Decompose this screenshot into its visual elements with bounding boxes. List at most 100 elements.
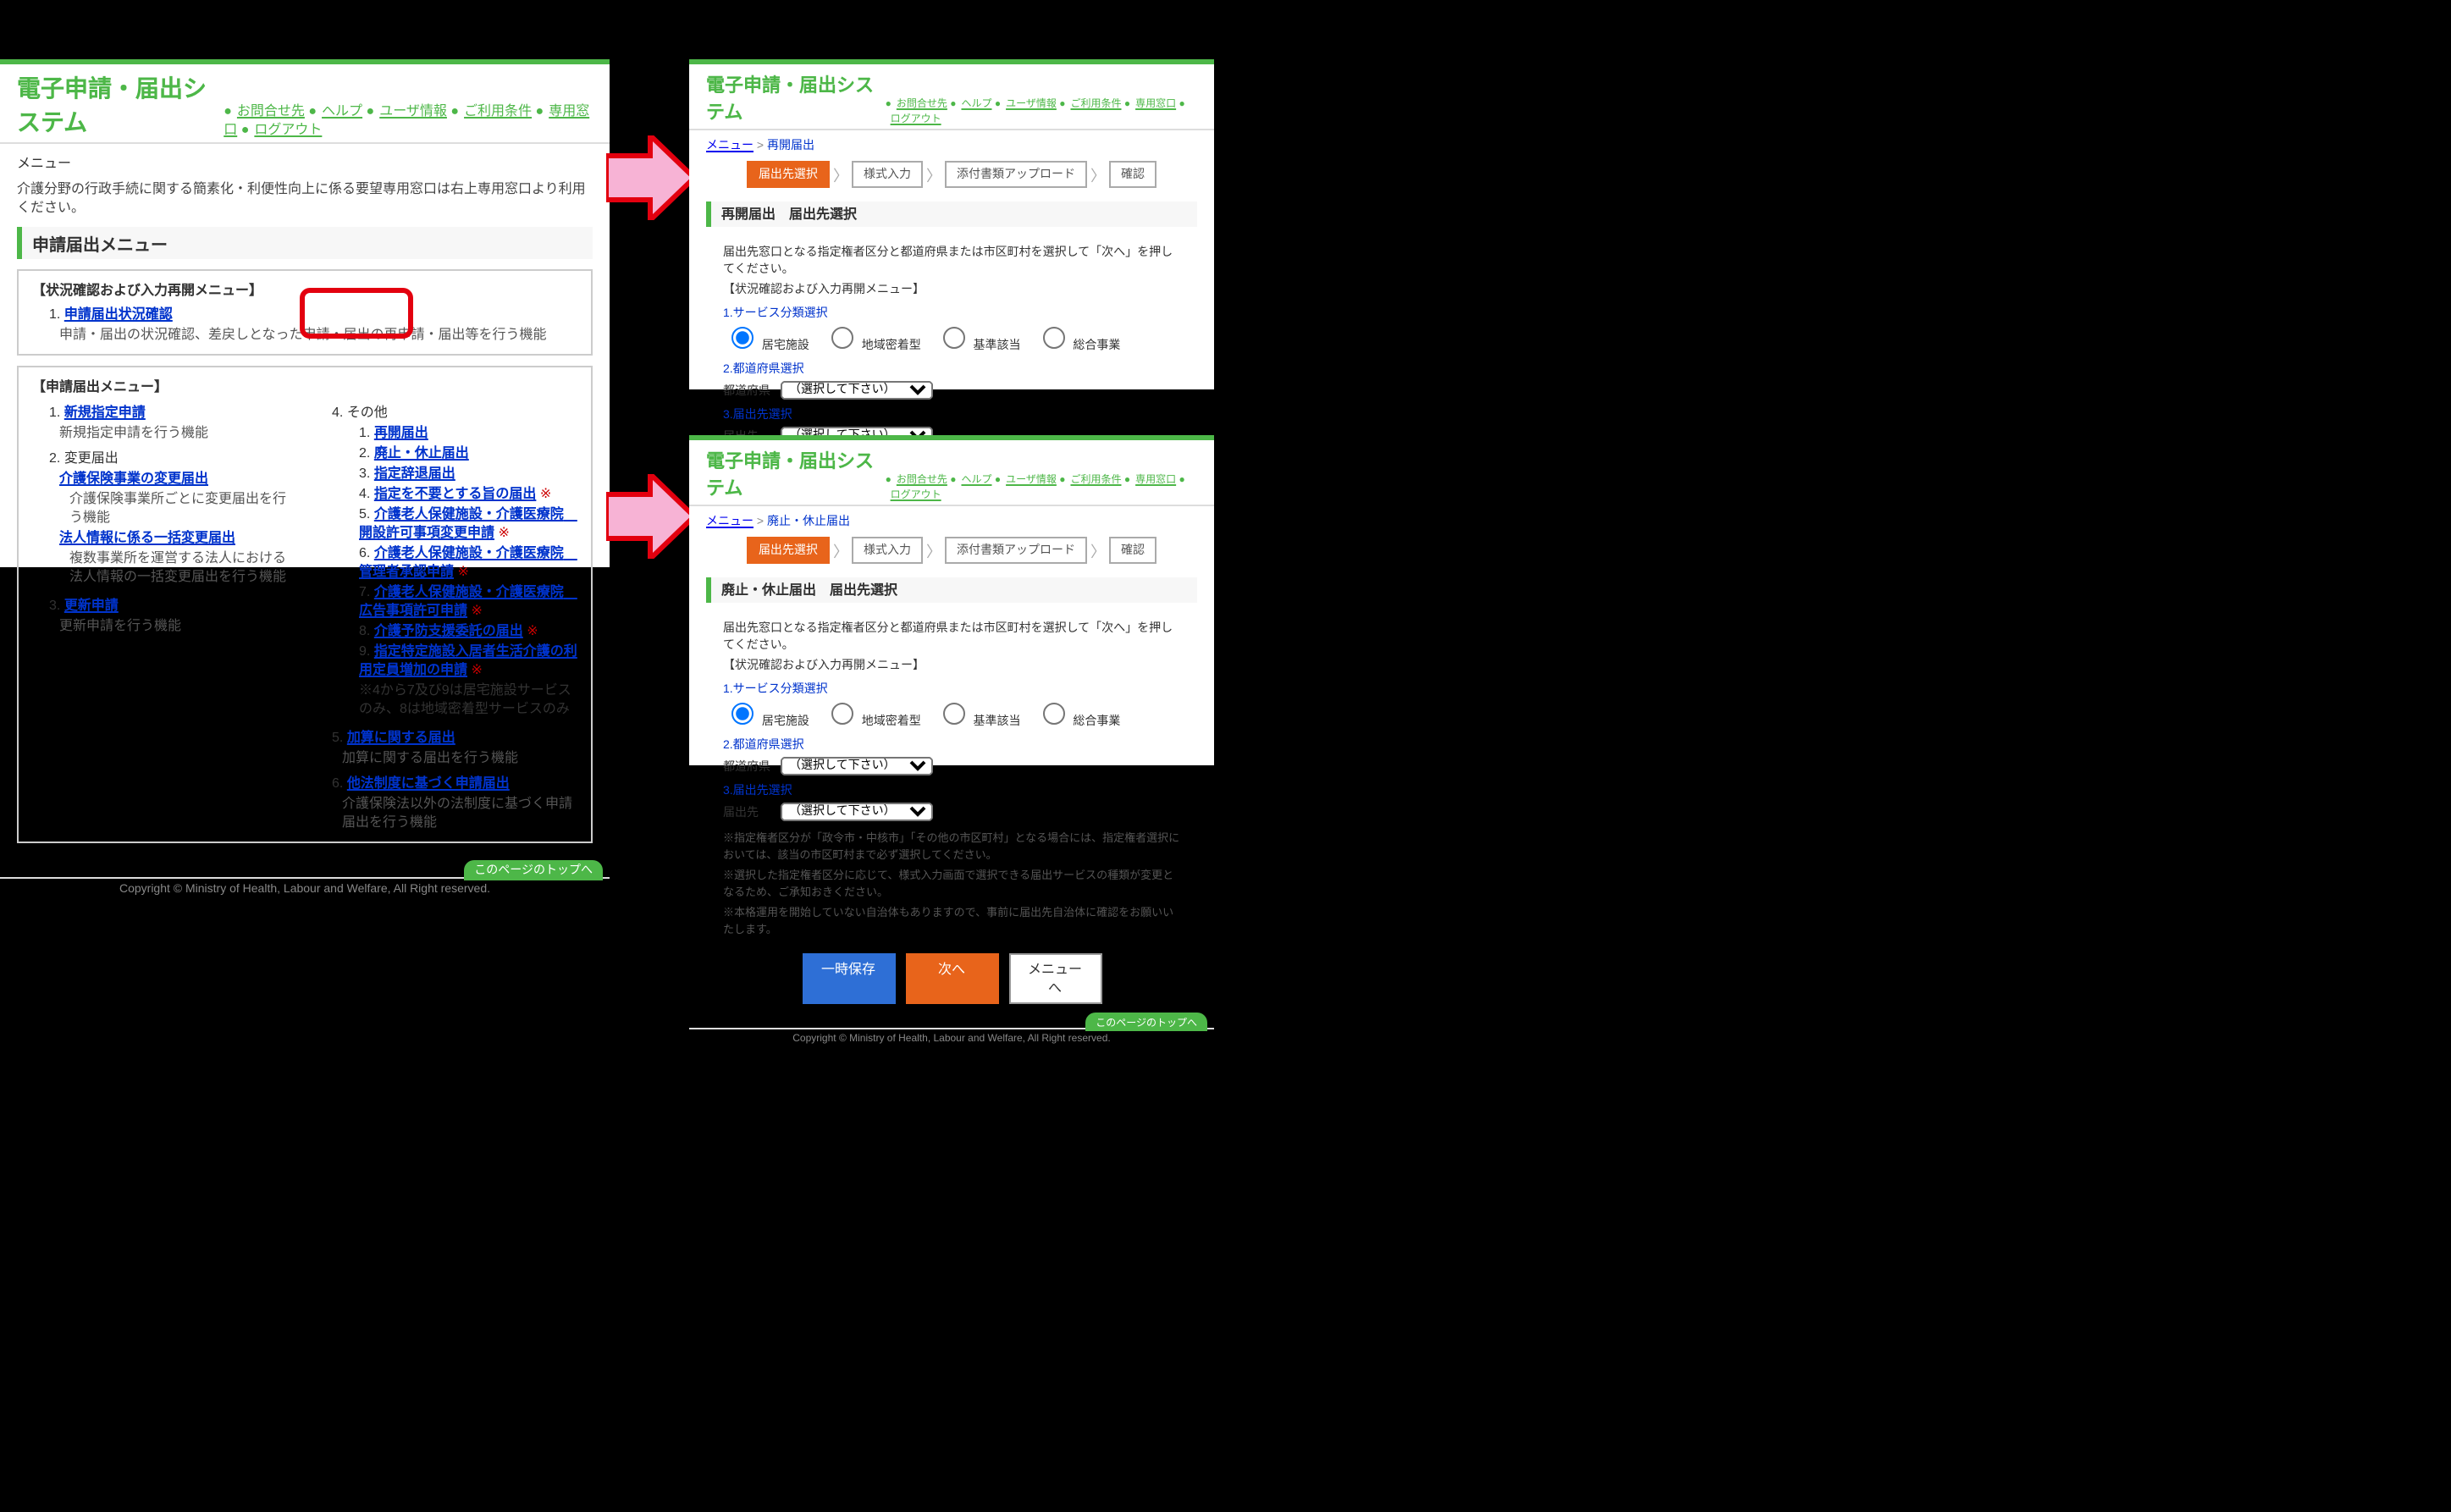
link-discontinue[interactable]: 廃止・休止届出: [374, 445, 469, 461]
step-2: 様式入力: [852, 161, 923, 188]
arrow-bottom: [606, 474, 694, 559]
site-title: 電子申請・届出システム: [706, 447, 886, 501]
chevron-right-icon: 〉: [833, 539, 848, 561]
h2: 2.都道府県選択: [723, 361, 1180, 378]
right-panel-reopen: 電子申請・届出システム ●お問合せ先 ●ヘルプ ●ユーザ情報 ●ご利用条件 ●専…: [689, 59, 1214, 389]
label-pref: 都道府県: [723, 758, 774, 775]
select-pref[interactable]: （選択して下さい）: [781, 381, 933, 400]
select-pref[interactable]: （選択して下さい）: [781, 757, 933, 775]
page-top-tab[interactable]: このページのトップへ: [1085, 1013, 1207, 1031]
link-change-b[interactable]: 法人情報に係る一括変更届出: [59, 530, 235, 545]
radio-4[interactable]: 総合事業: [1034, 716, 1120, 728]
box1-i1-desc: 申請・届出の状況確認、差戻しとなった申請・届出の再申請・届出等を行う機能: [32, 325, 577, 344]
box1-title: 【状況確認および入力再開メニュー】: [32, 281, 577, 300]
radio-2[interactable]: 地域密着型: [823, 340, 921, 352]
site-title: 電子申請・届出システム: [17, 71, 224, 139]
link-r4[interactable]: 指定を不要とする旨の届出: [374, 486, 537, 501]
box-menu: 【申請届出メニュー】 1. 新規指定申請 新規指定申請を行う機能 2. 変更届出…: [17, 366, 593, 843]
next-button[interactable]: 次へ: [905, 953, 998, 1004]
menu-label: メニュー: [17, 154, 593, 173]
step-2: 様式入力: [852, 537, 923, 564]
link-decline[interactable]: 指定辞退届出: [374, 466, 455, 481]
save-button[interactable]: 一時保存: [802, 953, 895, 1004]
box2-title: 【申請届出メニュー】: [32, 378, 577, 396]
radio-row: 居宅施設 地域密着型 基準該当 総合事業: [723, 322, 1180, 354]
col-left: 1. 新規指定申請 新規指定申請を行う機能 2. 変更届出 介護保険事業の変更届…: [32, 401, 295, 831]
link-help[interactable]: ヘルプ: [961, 476, 991, 486]
radio-1[interactable]: 居宅施設: [723, 340, 809, 352]
link-reopen[interactable]: 再開届出: [374, 425, 428, 440]
link-addition[interactable]: 加算に関する届出: [347, 730, 455, 745]
box-title: 【状況確認および入力再開メニュー】: [723, 281, 1180, 298]
box-status: 【状況確認および入力再開メニュー】 1. 申請届出状況確認 申請・届出の状況確認…: [17, 269, 593, 356]
link-terms[interactable]: ご利用条件: [1070, 476, 1121, 486]
link-logout[interactable]: ログアウト: [891, 491, 941, 501]
breadcrumb: メニュー > 再開届出: [689, 130, 1214, 154]
link-window[interactable]: 専用窓口: [1135, 476, 1176, 486]
link-change-a[interactable]: 介護保険事業の変更届出: [59, 471, 208, 486]
label-change: 変更届出: [64, 450, 119, 466]
site-title: 電子申請・届出システム: [706, 71, 886, 125]
radio-4[interactable]: 総合事業: [1034, 340, 1120, 352]
copyright: Copyright © Ministry of Health, Labour a…: [0, 877, 610, 901]
link-logout[interactable]: ログアウト: [891, 115, 941, 125]
link-contact[interactable]: お問合せ先: [897, 100, 947, 110]
left-panel: 電子申請・届出システム ●お問合せ先 ●ヘルプ ●ユーザ情報 ●ご利用条件 ●専…: [0, 59, 610, 567]
link-help[interactable]: ヘルプ: [961, 100, 991, 110]
h3: 3.届出先選択: [723, 406, 1180, 423]
radio-3[interactable]: 基準該当: [935, 716, 1021, 728]
crumb-menu[interactable]: メニュー: [706, 141, 754, 152]
warn2: ※選択した指定権者区分に応じて、様式入力画面で選択できる届出サービスの種類が変更…: [723, 865, 1180, 899]
page-top-tab[interactable]: このページのトップへ: [464, 860, 603, 880]
link-help[interactable]: ヘルプ: [322, 103, 362, 119]
link-new-apply[interactable]: 新規指定申請: [64, 405, 146, 420]
link-r7[interactable]: 介護老人保健施設・介護医療院 広告事項許可申請: [359, 584, 577, 618]
step-3: 添付書類アップロード: [945, 161, 1087, 188]
header: 電子申請・届出システム ●お問合せ先 ●ヘルプ ●ユーザ情報 ●ご利用条件 ●専…: [689, 440, 1214, 506]
chevron-right-icon: 〉: [1090, 539, 1106, 561]
lead: 届出先窓口となる指定権者区分と都道府県または市区町村を選択して「次へ」を押してく…: [723, 244, 1180, 278]
intro: 介護分野の行政手続に関する簡素化・利便性向上に係る要望専用窓口は右上専用窓口より…: [17, 179, 593, 217]
header: 電子申請・届出システム ●お問合せ先 ●ヘルプ ●ユーザ情報 ●ご利用条件 ●専…: [0, 64, 610, 144]
box-title: 【状況確認および入力再開メニュー】: [723, 657, 1180, 674]
crumb-current: 廃止・休止届出: [767, 516, 850, 528]
radio-3[interactable]: 基準該当: [935, 340, 1021, 352]
link-r8[interactable]: 介護予防支援委託の届出: [374, 623, 523, 638]
link-renew[interactable]: 更新申請: [64, 598, 119, 613]
link-terms[interactable]: ご利用条件: [464, 103, 532, 119]
crumb-current: 再開届出: [767, 141, 814, 152]
radio-2[interactable]: 地域密着型: [823, 716, 921, 728]
link-r5[interactable]: 介護老人保健施設・介護医療院 開設許可事項変更申請: [359, 506, 577, 540]
lead: 届出先窓口となる指定権者区分と都道府県または市区町村を選択して「次へ」を押してく…: [723, 620, 1180, 654]
h1: 1.サービス分類選択: [723, 681, 1180, 698]
step-1: 届出先選択: [747, 537, 830, 564]
link-terms[interactable]: ご利用条件: [1070, 100, 1121, 110]
step-1: 届出先選択: [747, 161, 830, 188]
chevron-right-icon: 〉: [1090, 163, 1106, 185]
radio-1[interactable]: 居宅施設: [723, 716, 809, 728]
step-4: 確認: [1109, 161, 1156, 188]
header-links: ●お問合せ先 ●ヘルプ ●ユーザ情報 ●ご利用条件 ●専用窓口 ●ログアウト: [224, 102, 593, 139]
step-4: 確認: [1109, 537, 1156, 564]
link-contact[interactable]: お問合せ先: [237, 103, 305, 119]
menu-button[interactable]: メニューへ: [1008, 953, 1101, 1004]
link-r9[interactable]: 指定特定施設入居者生活介護の利用定員増加の申請: [359, 643, 577, 677]
h2: 2.都道府県選択: [723, 737, 1180, 753]
header-links: ●お問合せ先 ●ヘルプ ●ユーザ情報 ●ご利用条件 ●専用窓口 ●ログアウト: [886, 471, 1197, 501]
link-user[interactable]: ユーザ情報: [1006, 476, 1057, 486]
warn3: ※本格運用を開始していない自治体もありますので、事前に届出先自治体に確認をお願い…: [723, 902, 1180, 936]
crumb-menu[interactable]: メニュー: [706, 516, 754, 528]
link-user[interactable]: ユーザ情報: [1006, 100, 1057, 110]
link-logout[interactable]: ログアウト: [254, 122, 322, 137]
label-pref: 都道府県: [723, 382, 774, 399]
step-3: 添付書類アップロード: [945, 537, 1087, 564]
link-window[interactable]: 専用窓口: [1135, 100, 1176, 110]
select-dest[interactable]: （選択して下さい）: [781, 803, 933, 821]
link-other-law[interactable]: 他法制度に基づく申請届出: [347, 775, 510, 791]
link-user[interactable]: ユーザ情報: [379, 103, 447, 119]
link-status-check[interactable]: 申請届出状況確認: [64, 306, 173, 322]
link-contact[interactable]: お問合せ先: [897, 476, 947, 486]
chevron-right-icon: 〉: [833, 163, 848, 185]
step-bar: 届出先選択 〉 様式入力 〉 添付書類アップロード 〉 確認: [689, 154, 1214, 195]
arrow-top: [606, 135, 694, 220]
